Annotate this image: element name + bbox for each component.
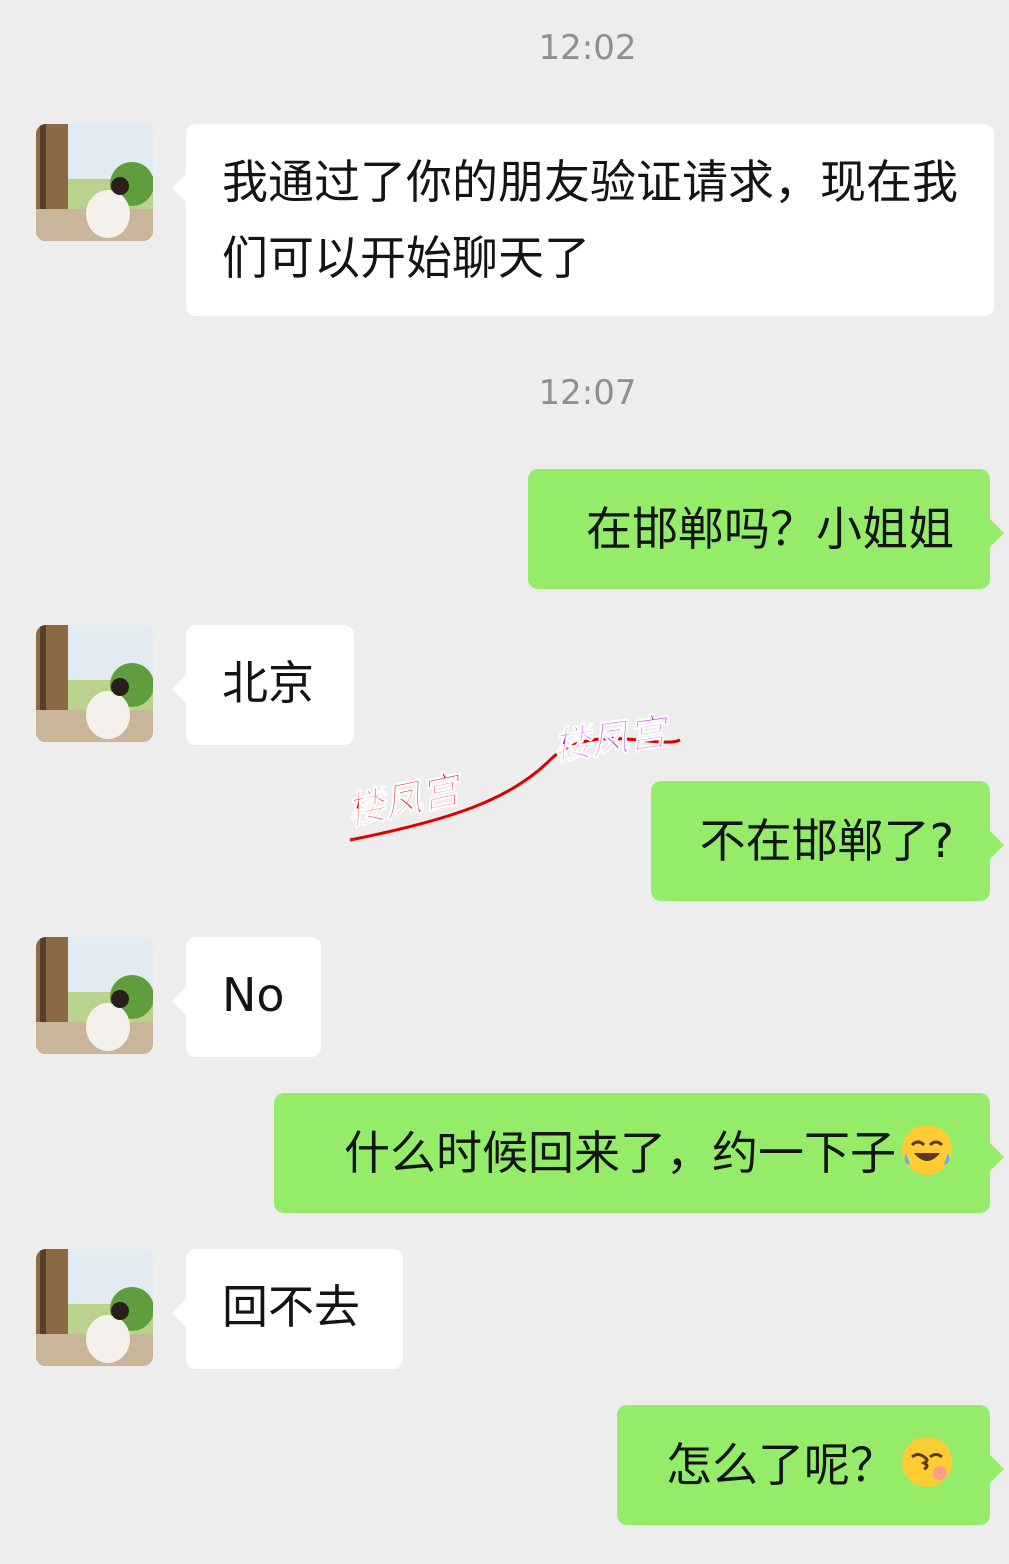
message-bubble-outgoing[interactable]: 什么时候回来了，约一下子 [274, 1093, 1004, 1213]
bubble-tail [990, 519, 1004, 547]
message-text: No [222, 968, 285, 1022]
watermark: 楼凤宫 楼凤宫 [342, 708, 681, 842]
contact-avatar[interactable] [36, 625, 153, 742]
message-bubble-outgoing[interactable]: 怎么了呢？ [617, 1405, 1004, 1525]
watermark-text: 楼凤宫 [550, 709, 674, 769]
message-text: 回不去 [222, 1280, 360, 1334]
laughing-tears-emoji [902, 1125, 952, 1175]
timestamp: 12:07 [538, 373, 637, 413]
kissing-emoji [902, 1437, 952, 1487]
watermark-text: 楼凤宫 [343, 766, 469, 834]
message-text: 不在邯郸了? [699, 814, 954, 868]
message-text: 什么时候回来了，约一下子 [344, 1126, 896, 1180]
message-text: 我通过了你的朋友验证请求，现在我们可以开始聊天了 [222, 155, 958, 285]
bubble-tail [990, 1455, 1004, 1483]
bubble-tail [172, 987, 186, 1015]
message-bubble-incoming[interactable]: No [172, 937, 321, 1057]
message-bubble-incoming[interactable]: 北京 [172, 625, 354, 745]
contact-avatar[interactable] [36, 124, 153, 241]
timestamp: 12:02 [538, 28, 637, 68]
bubble-tail [990, 1143, 1004, 1171]
message-bubble-incoming[interactable]: 回不去 [172, 1249, 403, 1369]
message-text: 在邯郸吗？小姐姐 [586, 502, 954, 556]
message-text: 北京 [222, 656, 314, 710]
contact-avatar[interactable] [36, 1249, 153, 1366]
message-bubble-incoming[interactable]: 我通过了你的朋友验证请求，现在我们可以开始聊天了 [172, 124, 994, 316]
message-text: 怎么了呢？ [666, 1438, 896, 1492]
bubble-tail [990, 831, 1004, 859]
bubble-tail [172, 675, 186, 703]
message-bubble-outgoing[interactable]: 在邯郸吗？小姐姐 [528, 469, 1004, 589]
bubble-tail [172, 1299, 186, 1327]
bubble-tail [172, 174, 186, 202]
contact-avatar[interactable] [36, 937, 153, 1054]
